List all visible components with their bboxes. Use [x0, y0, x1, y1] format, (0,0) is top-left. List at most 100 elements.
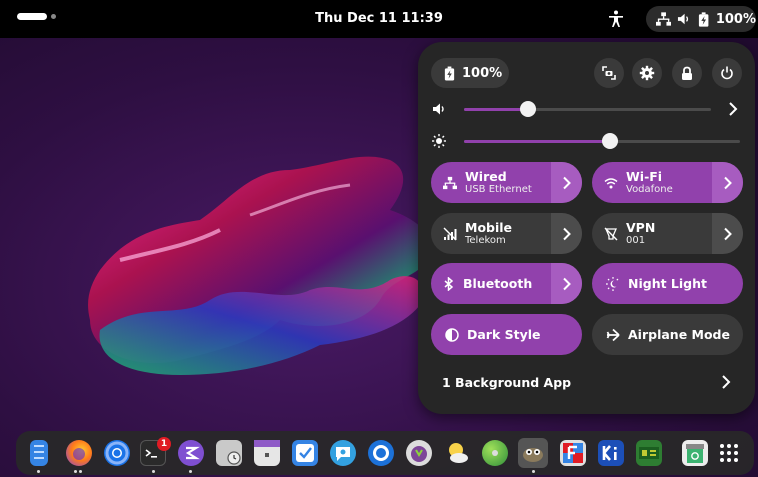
- chevron-right-icon: [562, 176, 571, 189]
- vpn-title: VPN: [626, 219, 656, 235]
- volume-slider[interactable]: [464, 101, 711, 117]
- volume-slider-row: [432, 99, 742, 119]
- wifi-expand-button[interactable]: [712, 162, 743, 203]
- mobile-toggle-main[interactable]: Mobile Telekom: [431, 213, 551, 254]
- bluetooth-toggle[interactable]: Bluetooth: [431, 263, 582, 304]
- vpn-toggle[interactable]: VPN 001: [592, 213, 743, 254]
- checkmark-icon: [296, 444, 314, 462]
- dock-app-circuit-board[interactable]: [636, 440, 662, 466]
- emacs-icon: [185, 446, 200, 460]
- night-light-toggle[interactable]: Night Light: [592, 263, 743, 304]
- dock-app-gimp[interactable]: [518, 438, 548, 468]
- dock-app-weather[interactable]: [444, 440, 470, 466]
- dock-app-tasks[interactable]: [292, 440, 318, 466]
- mobile-broadband-toggle[interactable]: Mobile Telekom: [431, 213, 582, 254]
- chevron-right-icon: [562, 277, 571, 290]
- dock-app-emacs[interactable]: [178, 440, 204, 466]
- wired-network-icon: [443, 176, 457, 189]
- activities-button[interactable]: [17, 13, 56, 20]
- battery-button[interactable]: 100%: [431, 58, 509, 88]
- wifi-toggle[interactable]: Wi-Fi Vodafone: [592, 162, 743, 203]
- dock-app-flathub[interactable]: [560, 440, 586, 466]
- chromium-icon: [105, 441, 129, 465]
- mobile-expand-button[interactable]: [551, 213, 582, 254]
- dock-app-signal[interactable]: [368, 440, 394, 466]
- signal-icon: [373, 445, 389, 461]
- running-indicator: [532, 470, 535, 473]
- dock-app-files[interactable]: [30, 440, 48, 466]
- wifi-title: Wi-Fi: [626, 168, 663, 184]
- notification-badge: 1: [157, 437, 171, 451]
- dock-app-music[interactable]: [482, 440, 508, 466]
- bluetooth-expand-button[interactable]: [551, 263, 582, 304]
- night-light-icon: [606, 276, 619, 291]
- wired-toggle[interactable]: Wired USB Ethernet: [431, 162, 582, 203]
- airplane-mode-toggle[interactable]: Airplane Mode: [592, 314, 743, 355]
- running-indicator: [74, 470, 77, 473]
- vpn-off-icon: [604, 227, 618, 240]
- wired-expand-button[interactable]: [551, 162, 582, 203]
- mobile-title: Mobile: [465, 219, 513, 235]
- running-indicator: [79, 470, 82, 473]
- chevron-right-icon: [722, 375, 731, 389]
- battery-label: 100%: [462, 65, 503, 81]
- dock-app-trash[interactable]: [682, 440, 708, 466]
- accessibility-icon[interactable]: [606, 9, 626, 29]
- lock-icon: [682, 66, 692, 80]
- dark-style-title: Dark Style: [467, 326, 541, 342]
- dock: 1: [16, 431, 754, 475]
- bluetooth-toggle-main[interactable]: Bluetooth: [431, 263, 551, 304]
- brightness-slider[interactable]: [464, 133, 740, 149]
- apps-grid-dot: [734, 451, 738, 455]
- battery-icon: [698, 11, 708, 27]
- dock-app-calendar[interactable]: [254, 440, 280, 466]
- wifi-subtitle: Vodafone: [626, 183, 673, 195]
- tor-icon: [411, 446, 427, 462]
- wired-network-icon: [656, 12, 672, 26]
- chevron-right-icon[interactable]: [726, 101, 740, 117]
- circuit-board-icon: [639, 447, 659, 459]
- dark-style-toggle-main[interactable]: Dark Style: [431, 314, 582, 355]
- power-icon: [721, 66, 733, 80]
- chat-icon: [336, 447, 350, 461]
- dark-mode-icon: [445, 327, 459, 342]
- screenshot-button[interactable]: [594, 58, 624, 88]
- vpn-toggle-main[interactable]: VPN 001: [592, 213, 712, 254]
- volume-slider-handle[interactable]: [520, 101, 536, 117]
- dock-app-clocks[interactable]: [216, 440, 242, 466]
- wifi-toggle-main[interactable]: Wi-Fi Vodafone: [592, 162, 712, 203]
- dock-app-tor[interactable]: [406, 440, 432, 466]
- settings-button[interactable]: [632, 58, 662, 88]
- weather-icon: [449, 443, 468, 463]
- system-status-menu[interactable]: 100%: [646, 6, 756, 32]
- wired-toggle-main[interactable]: Wired USB Ethernet: [431, 162, 551, 203]
- apps-grid-dot: [720, 444, 724, 448]
- dock-app-kicad[interactable]: [598, 440, 624, 466]
- apps-grid-dot: [720, 458, 724, 462]
- dock-app-chromium[interactable]: [104, 440, 130, 466]
- brightness-slider-handle[interactable]: [602, 133, 618, 149]
- firefox-icon: [73, 448, 85, 460]
- background-apps-menu[interactable]: 1 Background App: [432, 364, 742, 400]
- brightness-slider-row: [432, 131, 742, 151]
- dark-style-toggle[interactable]: Dark Style: [431, 314, 582, 355]
- running-indicator: [152, 470, 155, 473]
- kicad-icon: [602, 445, 617, 461]
- airplane-mode-toggle-main[interactable]: Airplane Mode: [592, 314, 743, 355]
- night-light-toggle-main[interactable]: Night Light: [592, 263, 743, 304]
- dock-app-chat[interactable]: [330, 440, 356, 466]
- power-button[interactable]: [712, 58, 742, 88]
- show-apps-button[interactable]: [720, 444, 738, 462]
- mobile-signal-off-icon: [443, 227, 457, 240]
- clock-icon: [227, 451, 241, 465]
- workspace-indicator: [51, 14, 56, 19]
- lock-button[interactable]: [672, 58, 702, 88]
- volume-icon: [678, 13, 689, 25]
- vpn-subtitle: 001: [626, 234, 646, 246]
- dock-app-firefox[interactable]: [66, 440, 92, 466]
- vpn-expand-button[interactable]: [712, 213, 743, 254]
- bluetooth-title: Bluetooth: [463, 275, 533, 291]
- chevron-right-icon: [723, 176, 732, 189]
- clock[interactable]: Thu Dec 11 11:39: [0, 11, 758, 26]
- volume-icon: [433, 103, 444, 115]
